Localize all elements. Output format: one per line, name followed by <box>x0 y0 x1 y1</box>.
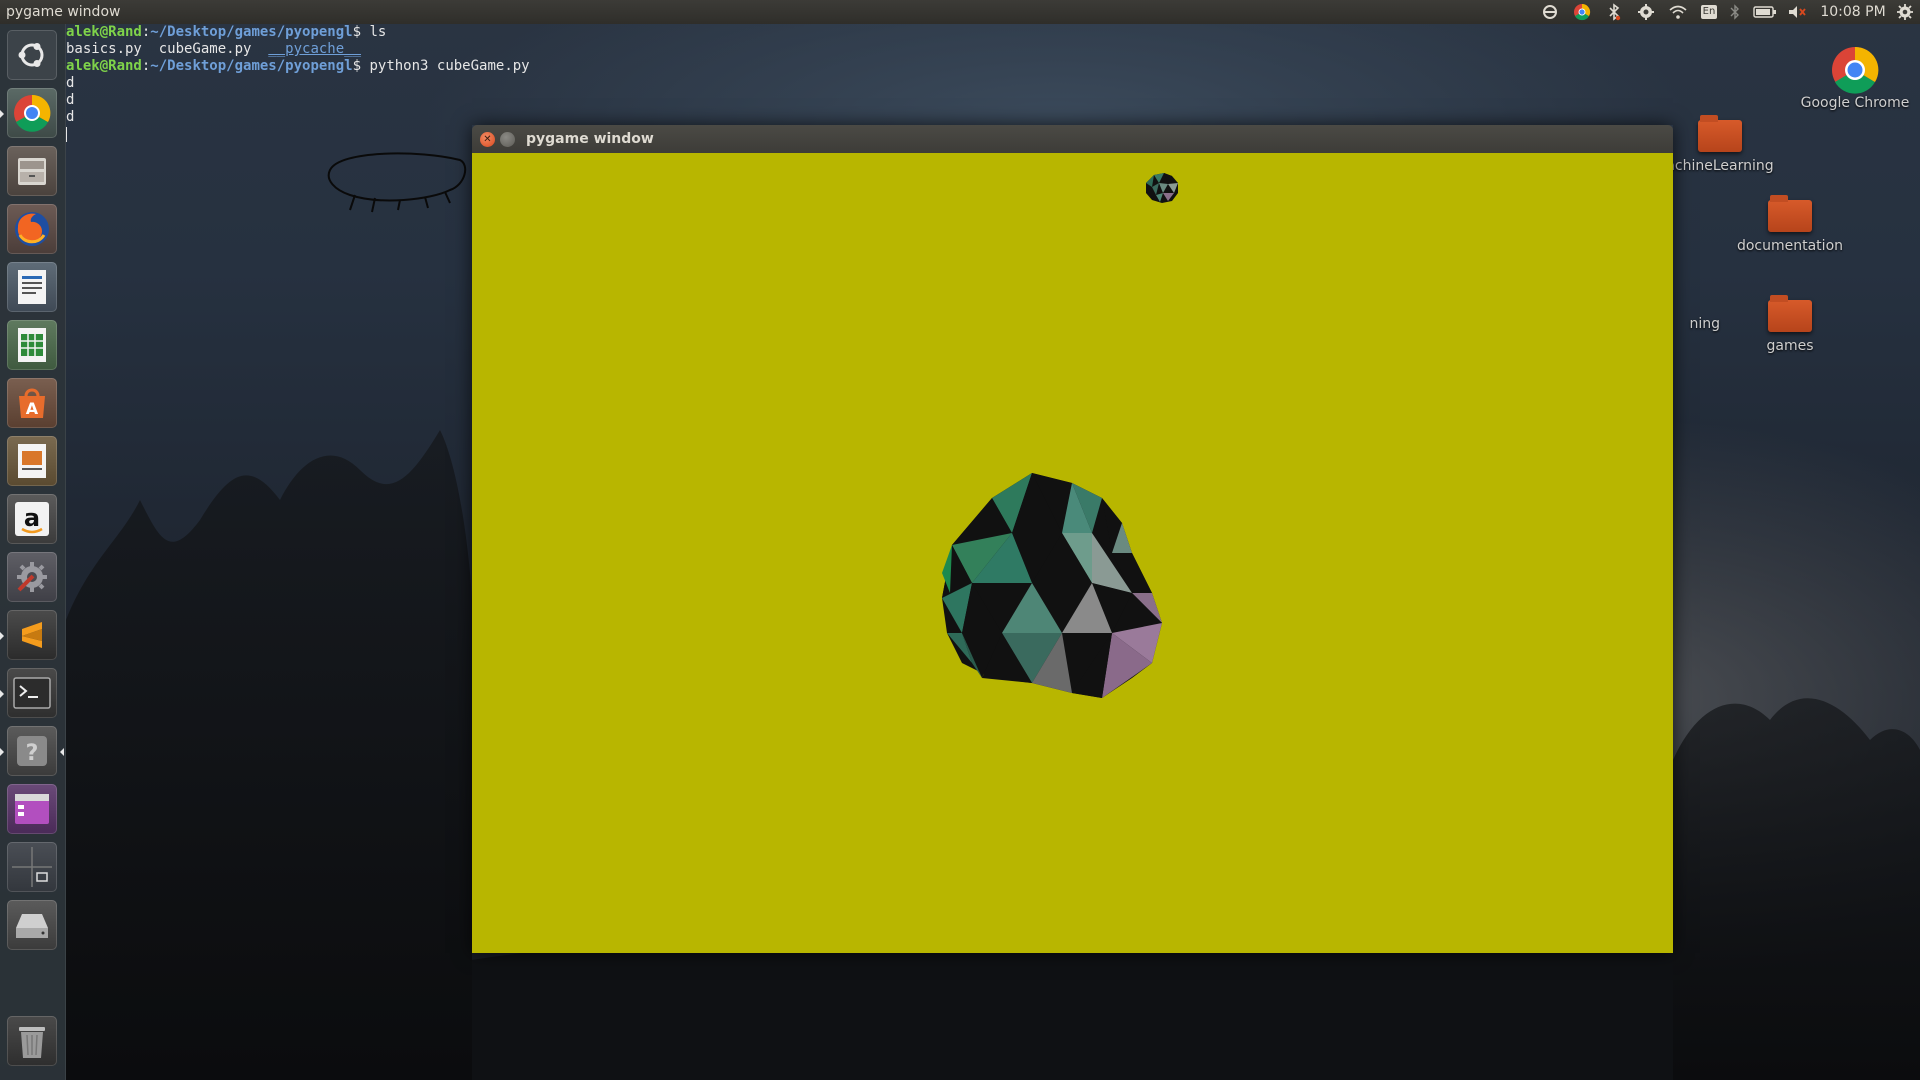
terminal-command: ls <box>361 24 387 40</box>
battery-icon[interactable] <box>1752 2 1778 22</box>
prompt-symbol: $ <box>352 58 362 74</box>
launcher-amazon[interactable]: a <box>7 494 57 544</box>
prompt-path: ~/Desktop/games/pyopengl <box>150 24 353 40</box>
folder-icon <box>1698 115 1742 152</box>
launcher-drive[interactable] <box>7 900 57 950</box>
prompt-user: alek@Rand <box>66 24 142 40</box>
launcher-libreoffice-calc[interactable] <box>7 320 57 370</box>
launcher-google-chrome[interactable] <box>7 88 57 138</box>
terminal-line: basics.py cubeGame.py __pycache__ <box>66 41 966 58</box>
bluetooth-icon[interactable] <box>1604 2 1624 22</box>
pygame-window[interactable]: ✕ pygame window <box>472 125 1673 953</box>
launcher-help[interactable]: ? <box>7 726 57 776</box>
opengl-canvas[interactable] <box>472 153 1673 953</box>
terminal-output-line: d <box>66 92 75 108</box>
workspace-icon <box>12 847 52 887</box>
launcher-workspace-switcher[interactable] <box>7 842 57 892</box>
prompt-user: alek@Rand <box>66 58 142 74</box>
running-indicator <box>0 690 4 698</box>
directory-name: __pycache__ <box>268 41 362 57</box>
file-name: cubeGame.py <box>158 41 252 57</box>
minimize-button[interactable] <box>500 132 515 147</box>
ubuntu-logo-icon <box>18 43 44 67</box>
purple-window-icon <box>15 794 49 824</box>
folder-icon <box>1768 295 1812 332</box>
desktop-icon-machinelearning[interactable]: achineLearning <box>1660 115 1780 174</box>
top-panel: pygame window En 10:08 PM <box>0 0 1920 24</box>
drive-icon <box>16 914 48 938</box>
launcher-system-settings[interactable] <box>7 552 57 602</box>
running-indicator <box>0 748 4 756</box>
launcher-app[interactable] <box>7 784 57 834</box>
running-indicator <box>0 110 4 118</box>
desktop-icon-google-chrome[interactable]: Google Chrome <box>1795 45 1915 111</box>
settings-tools-icon <box>17 562 47 592</box>
launcher-ubuntu-software[interactable]: A <box>7 378 57 428</box>
close-icon: ✕ <box>483 134 492 145</box>
desktop-icon-label: games <box>1766 338 1814 354</box>
software-center-icon: A <box>19 388 45 418</box>
window-titlebar[interactable]: ✕ pygame window <box>472 125 1673 153</box>
settings-icon[interactable] <box>1636 2 1656 22</box>
launcher-sublime-text[interactable] <box>7 610 57 660</box>
active-indicator <box>60 748 64 756</box>
svg-text:?: ? <box>26 741 39 766</box>
help-icon: ? <box>17 736 47 766</box>
chrome-icon[interactable] <box>1572 2 1592 22</box>
launcher-files[interactable] <box>7 146 57 196</box>
terminal-line: alek@Rand:~/Desktop/games/pyopengl$ pyth… <box>66 58 530 74</box>
running-indicator <box>0 632 4 640</box>
terminal-output-line: d <box>66 109 75 125</box>
close-button[interactable]: ✕ <box>480 132 495 147</box>
calc-icon <box>18 328 46 362</box>
chrome-icon <box>14 94 51 132</box>
chrome-icon <box>1832 46 1879 94</box>
file-name: basics.py <box>66 41 142 57</box>
terminal-output-line: d <box>66 75 75 91</box>
launcher-dash-home[interactable] <box>7 30 57 80</box>
desktop-icon-documentation[interactable]: documentation <box>1730 195 1850 254</box>
sublime-icon <box>22 622 42 648</box>
power-icon[interactable] <box>1894 2 1916 22</box>
writer-icon <box>18 270 46 304</box>
launcher-libreoffice-impress[interactable] <box>7 436 57 486</box>
prompt-symbol: $ <box>352 24 362 40</box>
firefox-icon <box>15 212 49 246</box>
terminal-icon <box>13 677 51 709</box>
active-window-title: pygame window <box>6 4 121 20</box>
window-title: pygame window <box>526 131 654 147</box>
svg-text:a: a <box>24 504 40 532</box>
clock[interactable]: 10:08 PM <box>1818 2 1888 22</box>
text-cursor <box>66 126 67 142</box>
launcher-libreoffice-writer[interactable] <box>7 262 57 312</box>
desktop-icon-label: documentation <box>1736 238 1844 254</box>
trash-icon <box>19 1027 45 1058</box>
desktop-icon-label: achineLearning <box>1666 158 1774 174</box>
terminal-command: python3 cubeGame.py <box>361 58 530 74</box>
desktop-icon-label: Google Chrome <box>1800 95 1910 111</box>
prompt-path: ~/Desktop/games/pyopengl <box>150 58 353 74</box>
launcher: A a ? <box>0 24 66 1080</box>
launcher-firefox[interactable] <box>7 204 57 254</box>
sync-icon[interactable] <box>1540 2 1560 22</box>
launcher-trash[interactable] <box>7 1016 57 1066</box>
launcher-terminal[interactable] <box>7 668 57 718</box>
folder-icon <box>1768 195 1812 232</box>
bluetooth-icon[interactable] <box>1728 2 1742 22</box>
file-cabinet-icon <box>18 158 46 185</box>
terminal-line: alek@Rand:~/Desktop/games/pyopengl$ ls <box>66 24 387 40</box>
wifi-icon[interactable] <box>1668 2 1688 22</box>
impress-icon <box>18 444 46 478</box>
svg-text:A: A <box>26 399 39 418</box>
keyboard-icon[interactable]: En <box>1699 2 1719 22</box>
small-icosphere <box>1146 173 1178 203</box>
keyboard-layout-label: En <box>1700 5 1718 19</box>
desktop-icon-games[interactable]: games <box>1730 295 1850 354</box>
amazon-icon: a <box>15 502 49 536</box>
volume-icon[interactable] <box>1786 2 1808 22</box>
large-icosphere <box>942 473 1162 698</box>
